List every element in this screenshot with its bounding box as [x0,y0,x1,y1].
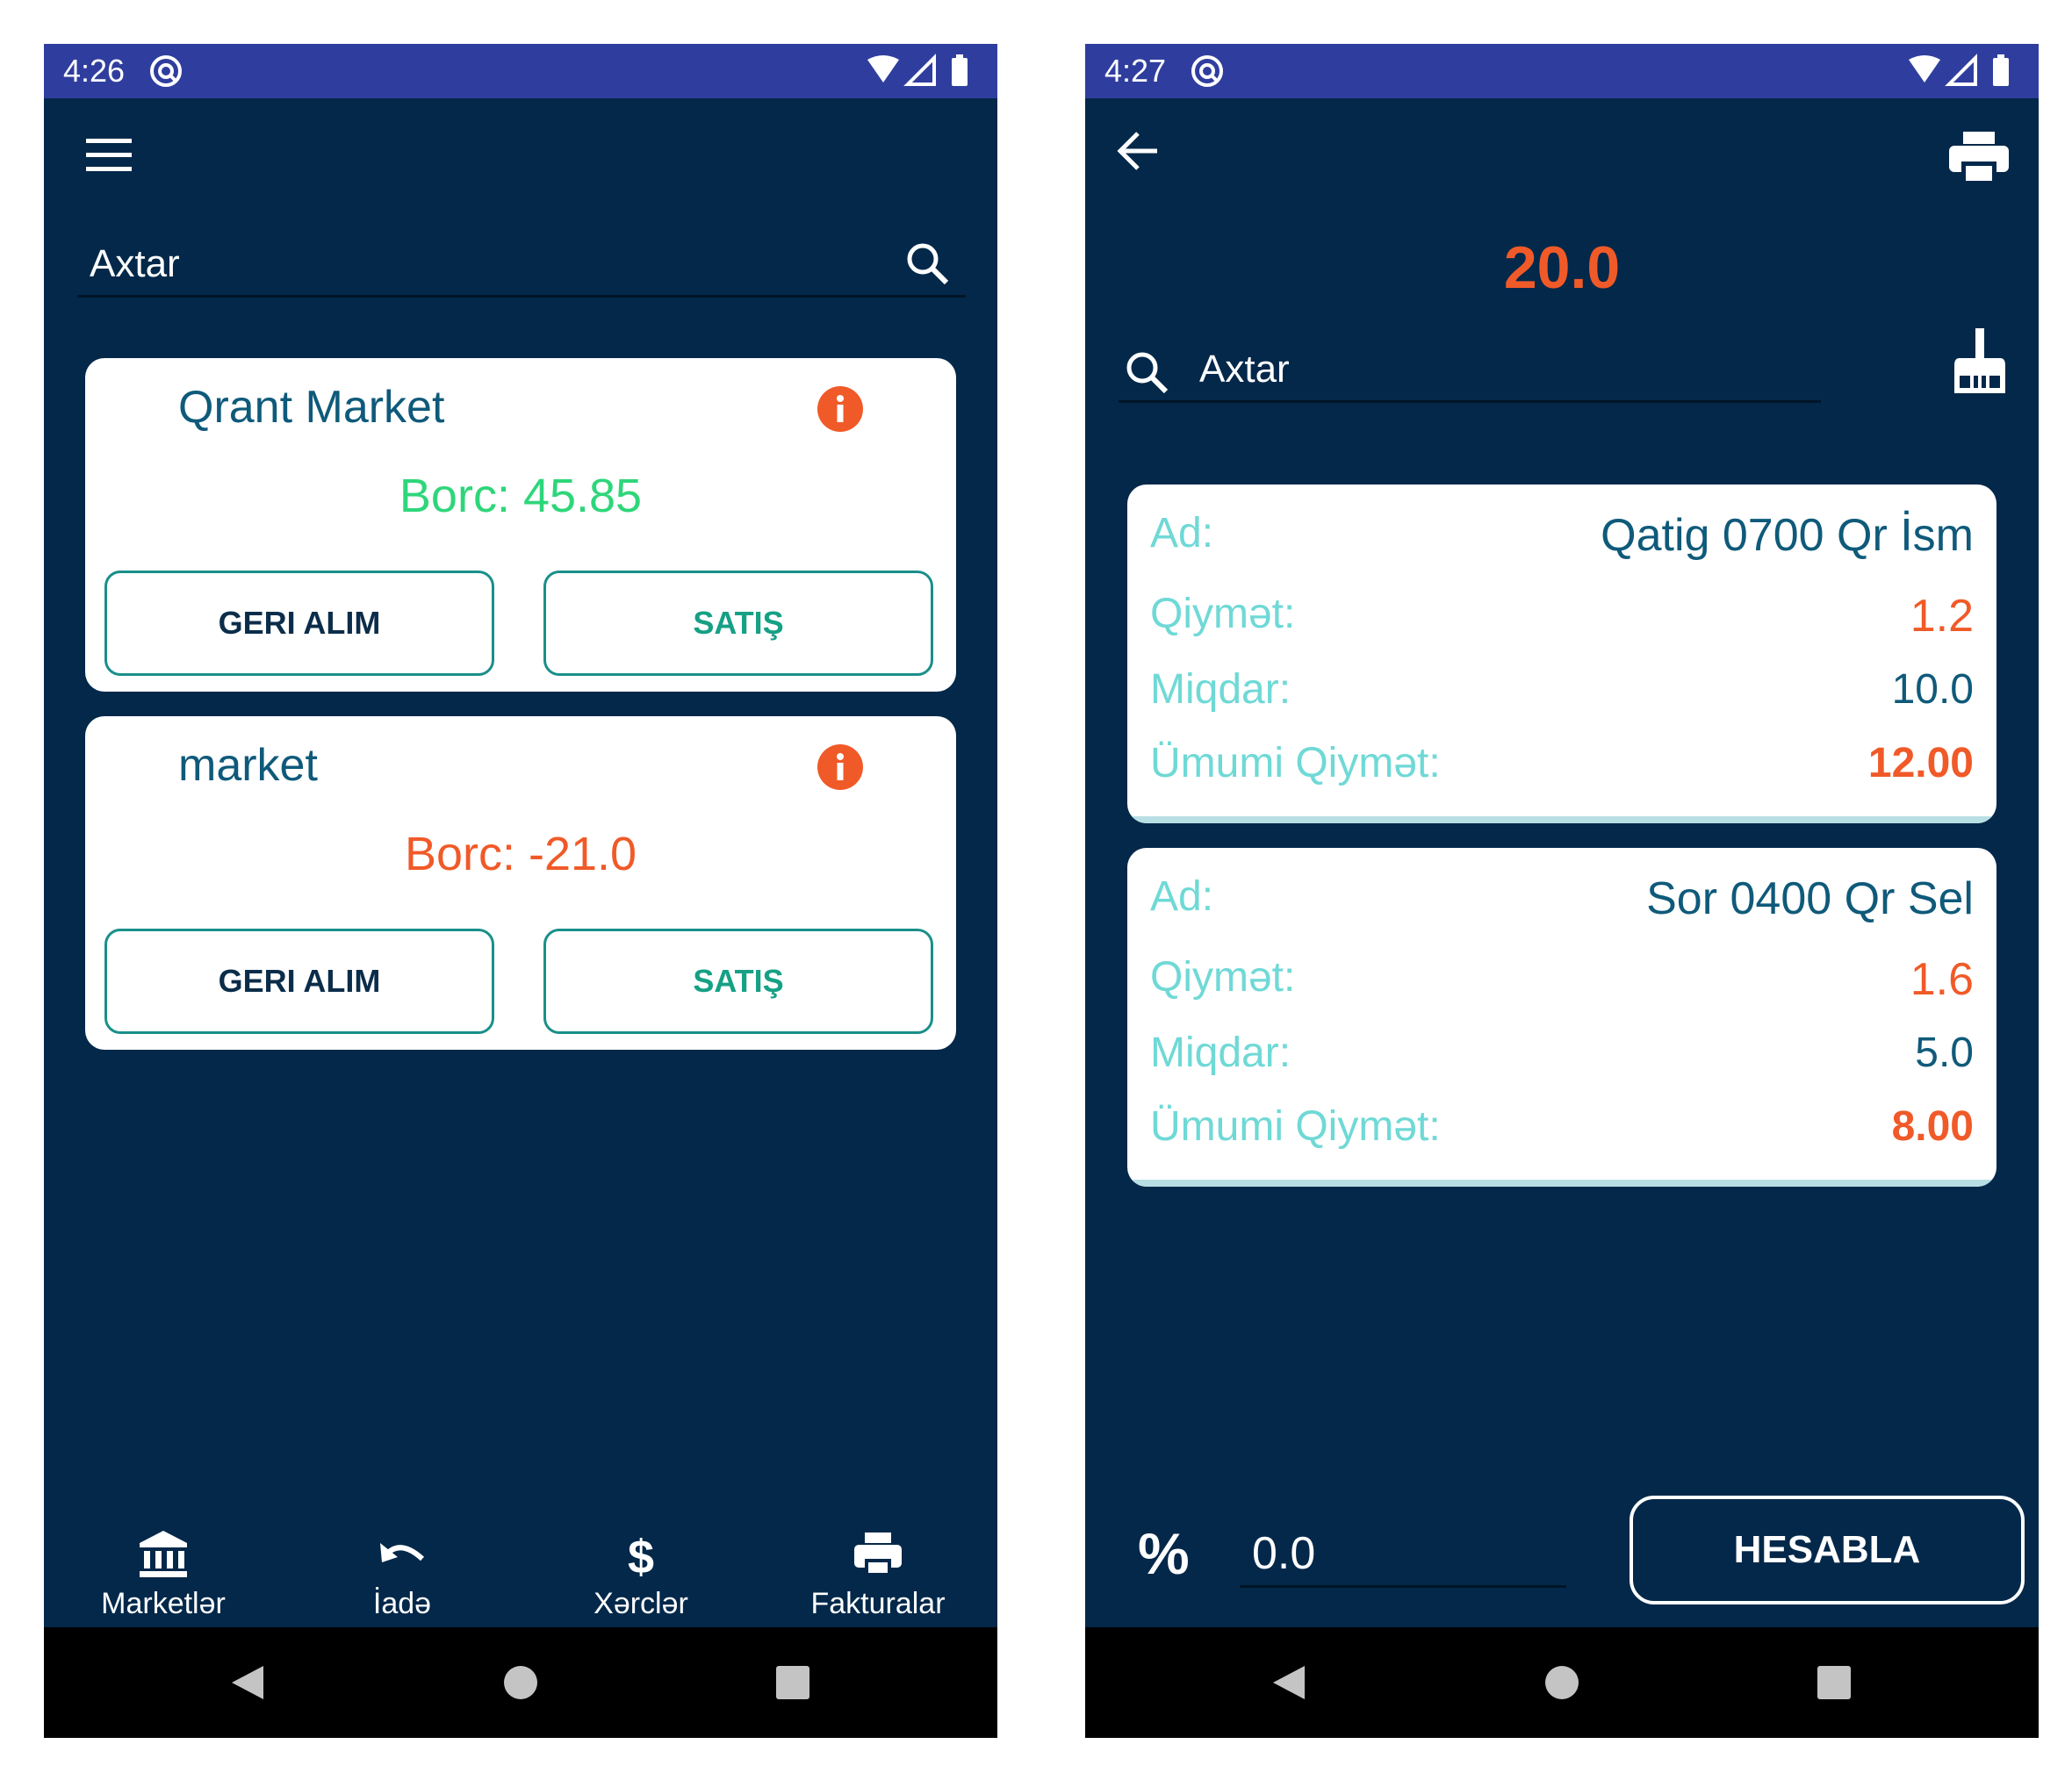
menu-icon[interactable] [86,137,132,172]
print-icon[interactable] [1947,128,2011,186]
product-qty-row: Miqdar: 5.0 [1150,1029,1974,1090]
product-name-row: Ad: Qatig 0700 Qr İsm [1150,509,1974,571]
svg-text:$: $ [628,1531,654,1582]
app-notification-icon [1191,55,1223,87]
market-card[interactable]: Qrant Market Borc: 45.85 GERI ALIM SATIŞ [85,358,956,692]
total-label: Ümumi Qiymət: [1150,1103,1441,1150]
search-icon [1126,352,1169,394]
product-price: 1.6 [1910,954,1974,1005]
nav-item-markets[interactable]: Marketlər [44,1527,283,1633]
market-list-screen: 4:26 Axtar Qrant Market Borc: 45.85 GERI… [44,44,997,1738]
product-total-row: Ümumi Qiymət: 12.00 [1150,739,1974,800]
nav-label: Marketlər [101,1587,226,1620]
return-button[interactable]: GERI ALIM [104,929,494,1034]
product-price-row: Qiymət: 1.2 [1150,590,1974,651]
home-nav-icon[interactable] [499,1661,543,1705]
status-indicators-icon [867,54,968,86]
market-name: market [178,740,318,791]
product-qty: 5.0 [1915,1030,1974,1076]
product-name: Sor 0400 Qr Sel [1646,873,1974,924]
product-name-row: Ad: Sor 0400 Qr Sel [1150,872,1974,934]
back-arrow-icon[interactable] [1115,128,1161,174]
search-placeholder: Axtar [1199,348,1290,391]
product-price: 1.2 [1910,591,1974,642]
discount-value: 0.0 [1252,1528,1316,1579]
system-navigation-bar [1085,1627,2039,1738]
price-label: Qiymət: [1150,954,1296,1001]
name-label: Ad: [1150,510,1214,556]
search-placeholder: Axtar [90,242,180,285]
recents-nav-icon[interactable] [1812,1661,1856,1705]
status-time: 4:27 [1104,53,1167,89]
product-total: 12.00 [1867,740,1974,786]
return-button[interactable]: GERI ALIM [104,571,494,676]
nav-label: Xərclər [594,1587,688,1620]
product-total: 8.00 [1891,1103,1974,1150]
nav-label: Fakturalar [810,1587,946,1620]
product-total-row: Ümumi Qiymət: 8.00 [1150,1102,1974,1164]
sale-button[interactable]: SATIŞ [543,929,933,1034]
search-input[interactable]: Axtar [77,235,966,298]
order-total: 20.0 [1503,234,1621,301]
product-name: Qatig 0700 Qr İsm [1601,510,1974,561]
product-qty: 10.0 [1891,666,1974,713]
print-icon [854,1533,902,1576]
bottom-navigation: Marketlər İadə $ Xərclər Fakturalar [44,1527,997,1633]
home-nav-icon[interactable] [1540,1661,1584,1705]
info-icon[interactable] [817,744,863,790]
product-price-row: Qiymət: 1.6 [1150,953,1974,1015]
dollar-icon: $ [628,1531,654,1582]
price-label: Qiymət: [1150,591,1296,637]
clear-broom-icon[interactable] [1953,327,2007,397]
info-icon[interactable] [817,386,863,432]
discount-input[interactable]: 0.0 [1240,1515,1566,1588]
card-divider [1127,1180,1996,1187]
market-debt: Borc: 45.85 [399,470,643,522]
card-divider [1127,816,1996,823]
nav-item-expenses[interactable]: $ Xərclər [522,1527,760,1633]
undo-icon [380,1543,425,1562]
product-search-input[interactable]: Axtar [1119,341,1821,403]
product-card[interactable]: Ad: Sor 0400 Qr Sel Qiymət: 1.6 Miqdar: … [1127,848,1996,1187]
status-bar: 4:27 [1085,44,2039,98]
bank-icon [140,1531,187,1577]
status-time: 4:26 [63,53,126,89]
back-nav-icon[interactable] [1268,1661,1312,1705]
sale-detail-screen: 4:27 20.0 Axtar Ad: Qatig 0700 Qr İsm Qi… [1085,44,2039,1738]
product-qty-row: Miqdar: 10.0 [1150,665,1974,727]
total-label: Ümumi Qiymət: [1150,740,1441,786]
status-bar: 4:26 [44,44,997,98]
percent-symbol: % [1138,1521,1190,1586]
app-notification-icon [150,55,182,87]
name-label: Ad: [1150,873,1214,920]
calculate-button[interactable]: HESABLA [1630,1496,2025,1604]
nav-item-invoices[interactable]: Fakturalar [759,1527,997,1633]
qty-label: Miqdar: [1150,666,1291,713]
back-nav-icon[interactable] [227,1661,270,1705]
recents-nav-icon[interactable] [771,1661,815,1705]
sale-button[interactable]: SATIŞ [543,571,933,676]
market-debt: Borc: -21.0 [404,828,637,880]
nav-item-return[interactable]: İadə [283,1527,522,1633]
product-card[interactable]: Ad: Qatig 0700 Qr İsm Qiymət: 1.2 Miqdar… [1127,485,1996,823]
status-indicators-icon [1909,54,2009,86]
qty-label: Miqdar: [1150,1030,1291,1076]
search-icon[interactable] [904,240,950,286]
market-card[interactable]: market Borc: -21.0 GERI ALIM SATIŞ [85,716,956,1050]
system-navigation-bar [44,1627,997,1738]
market-name: Qrant Market [178,382,445,433]
nav-label: İadə [372,1587,432,1620]
